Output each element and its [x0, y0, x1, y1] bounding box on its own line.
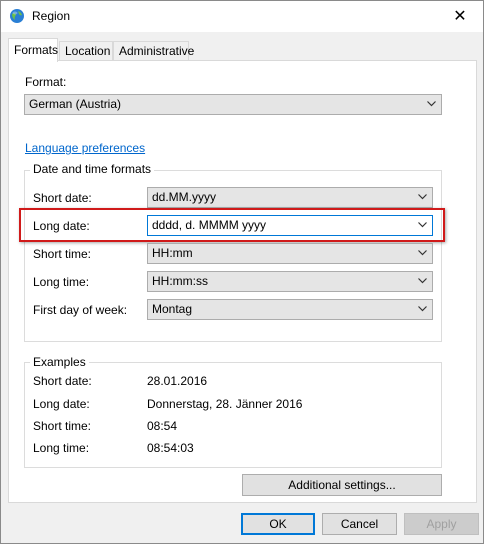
example-short-time-value: 08:54: [147, 419, 178, 433]
example-long-date-value: Donnerstag, 28. Jänner 2016: [147, 397, 303, 411]
chevron-down-icon: [418, 250, 427, 256]
short-time-value: HH:mm: [152, 246, 193, 260]
first-day-of-week-select[interactable]: Montag: [147, 299, 433, 320]
long-date-label: Long date:: [33, 219, 90, 233]
format-label: Format:: [25, 75, 67, 89]
window-title: Region: [32, 9, 71, 23]
apply-button[interactable]: Apply: [404, 513, 479, 535]
short-time-label: Short time:: [33, 247, 92, 261]
close-button[interactable]: ✕: [437, 1, 483, 31]
format-select[interactable]: German (Austria): [24, 94, 442, 115]
short-date-select[interactable]: dd.MM.yyyy: [147, 187, 433, 208]
short-date-value: dd.MM.yyyy: [152, 190, 217, 204]
example-short-date-label: Short date:: [33, 374, 92, 388]
format-value: German (Austria): [29, 97, 122, 111]
additional-settings-button[interactable]: Additional settings...: [242, 474, 442, 496]
chevron-down-icon: [418, 222, 427, 228]
chevron-down-icon: [418, 278, 427, 284]
region-dialog: Region ✕ Formats Location Administrative…: [0, 0, 484, 544]
first-day-of-week-label: First day of week:: [33, 303, 128, 317]
tab-formats[interactable]: Formats: [8, 38, 58, 62]
formats-panel: Format: German (Austria) Language prefer…: [8, 60, 477, 503]
long-time-select[interactable]: HH:mm:ss: [147, 271, 433, 292]
globe-icon: [10, 9, 24, 23]
example-long-time-value: 08:54:03: [147, 441, 194, 455]
tab-administrative[interactable]: Administrative: [113, 41, 194, 61]
ok-button[interactable]: OK: [241, 513, 315, 535]
example-long-time-label: Long time:: [33, 441, 90, 455]
long-date-select[interactable]: dddd, d. MMMM yyyy: [147, 215, 433, 236]
short-time-select[interactable]: HH:mm: [147, 243, 433, 264]
examples-title: Examples: [30, 355, 89, 369]
long-time-label: Long time:: [33, 275, 90, 289]
example-short-time-label: Short time:: [33, 419, 92, 433]
example-short-date-value: 28.01.2016: [147, 374, 208, 388]
title-bar: Region ✕: [1, 1, 483, 32]
close-icon: ✕: [453, 8, 467, 25]
long-time-value: HH:mm:ss: [152, 274, 208, 288]
cancel-button[interactable]: Cancel: [322, 513, 397, 535]
date-time-formats-title: Date and time formats: [30, 162, 155, 176]
chevron-down-icon: [418, 306, 427, 312]
language-preferences-link[interactable]: Language preferences: [25, 141, 145, 155]
example-long-date-label: Long date:: [33, 397, 90, 411]
chevron-down-icon: [418, 194, 427, 200]
tab-location[interactable]: Location: [59, 41, 113, 61]
long-date-value: dddd, d. MMMM yyyy: [152, 218, 267, 232]
first-day-of-week-value: Montag: [152, 302, 193, 316]
short-date-label: Short date:: [33, 191, 92, 205]
chevron-down-icon: [427, 101, 436, 107]
